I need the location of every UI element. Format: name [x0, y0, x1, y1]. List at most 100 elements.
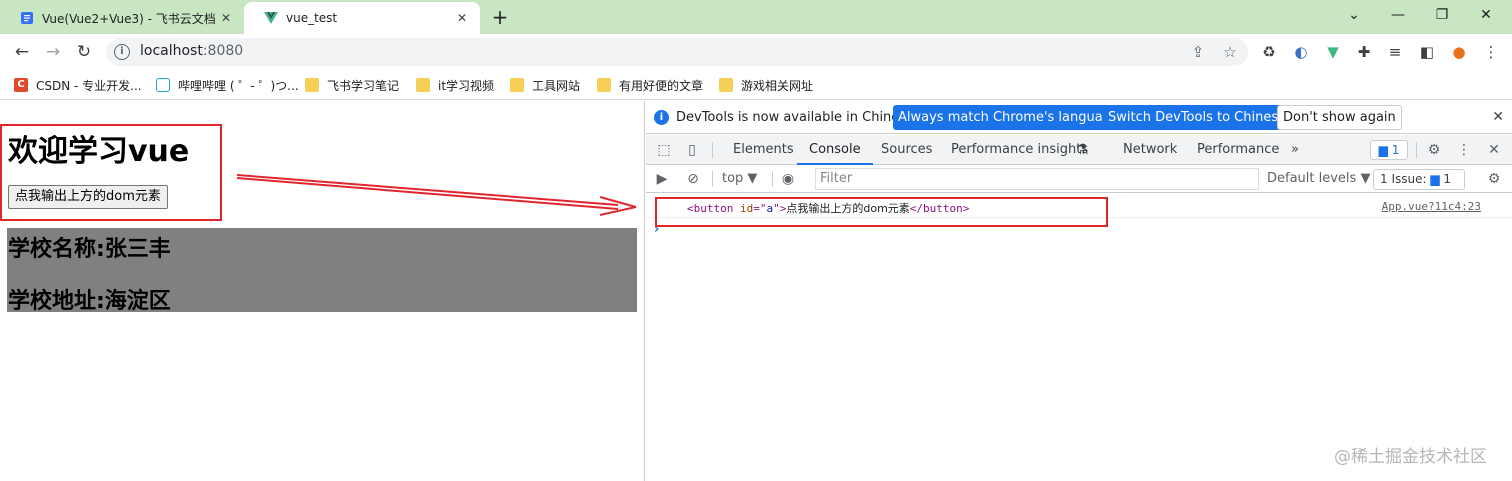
folder-icon: [416, 78, 430, 92]
live-expression-eye-icon[interactable]: ◉: [778, 169, 798, 189]
school-address: 学校地址:海淀区: [8, 289, 171, 314]
extensions-puzzle-icon[interactable]: ✚: [1353, 41, 1375, 63]
watermark: @稀土掘金技术社区: [1334, 447, 1487, 467]
extension-recycle-icon[interactable]: ♻: [1258, 41, 1280, 63]
console-toolbar: ▶ ⊘ top ▼ ◉ Filter Default levels ▼ 1 Is…: [646, 165, 1512, 193]
bookmark-label: 游戏相关网址: [741, 78, 814, 93]
bookmark-csdn[interactable]: C CSDN - 专业开发...: [14, 75, 142, 95]
tab-search-chevron-icon[interactable]: ⌄: [1332, 4, 1376, 26]
bookmark-label: it学习视频: [438, 78, 495, 93]
folder-icon: [510, 78, 524, 92]
bookmark-label: CSDN - 专业开发...: [36, 78, 142, 93]
page-viewport: 欢迎学习vue 点我输出上方的dom元素 学校名称:张三丰 学校地址:海淀区: [0, 101, 645, 481]
bookmark-label: 哔哩哔哩 ( ゜- ゜)つ...: [178, 78, 299, 93]
close-window-button[interactable]: ✕: [1464, 4, 1508, 26]
divider: [712, 171, 713, 187]
reload-button[interactable]: ↻: [72, 40, 96, 64]
close-tab-icon[interactable]: ✕: [454, 10, 470, 26]
site-info-icon[interactable]: i: [114, 44, 130, 60]
info-icon: i: [654, 110, 669, 125]
device-toolbar-icon[interactable]: ▯: [682, 140, 702, 160]
divider: [772, 171, 773, 187]
document-icon: [21, 12, 33, 24]
tab-title: vue_test: [286, 11, 338, 25]
annotation-box-console: [655, 197, 1108, 227]
dont-show-again-button[interactable]: Don't show again: [1277, 105, 1402, 130]
issues-button[interactable]: 1 Issue: ▆ 1: [1373, 169, 1465, 190]
extension-ring-icon[interactable]: ◐: [1290, 41, 1312, 63]
tab-strip: Vue(Vue2+Vue3) - 飞书云文档 ✕ vue_test ✕ + ⌄ …: [0, 0, 1512, 34]
school-name: 学校名称:张三丰: [8, 237, 171, 262]
forward-button[interactable]: →: [41, 40, 65, 64]
bookmarks-bar: C CSDN - 专业开发... 哔哩哔哩 ( ゜- ゜)つ... 飞书学习笔记…: [0, 70, 1512, 100]
close-tab-icon[interactable]: ✕: [218, 10, 234, 26]
tab-elements[interactable]: Elements: [733, 135, 794, 165]
annotation-box-page: [0, 124, 222, 221]
folder-icon: [305, 78, 319, 92]
issues-count: 1: [1443, 172, 1452, 186]
bookmark-label: 飞书学习笔记: [327, 78, 400, 93]
share-icon[interactable]: ⇪: [1188, 42, 1208, 62]
context-selector[interactable]: top ▼: [722, 169, 757, 189]
profile-avatar-icon[interactable]: ●: [1448, 41, 1470, 63]
bookmark-folder[interactable]: 工具网站: [510, 75, 580, 95]
always-match-language-button[interactable]: Always match Chrome's language: [893, 105, 1124, 130]
devtools-language-infobar: i DevTools is now available in Chinese! …: [646, 101, 1512, 134]
tab-title: Vue(Vue2+Vue3) - 飞书云文档: [42, 11, 216, 26]
bookmark-star-icon[interactable]: ☆: [1220, 42, 1240, 62]
tab-sources[interactable]: Sources: [881, 135, 932, 165]
switch-to-chinese-button[interactable]: Switch DevTools to Chinese: [1103, 105, 1292, 130]
log-levels-dropdown[interactable]: Default levels ▼: [1267, 169, 1370, 189]
bookmark-folder[interactable]: it学习视频: [416, 75, 494, 95]
show-sidebar-icon[interactable]: ▶: [652, 169, 672, 189]
inspect-element-icon[interactable]: ⬚: [654, 140, 674, 160]
devtools-tabbar: ⬚ ▯ Elements Console Sources Performance…: [646, 135, 1512, 165]
new-tab-button[interactable]: +: [488, 6, 512, 30]
settings-gear-icon[interactable]: ⚙: [1424, 140, 1444, 160]
tab-network[interactable]: Network: [1123, 135, 1177, 165]
media-playlist-icon[interactable]: ≡: [1384, 41, 1406, 63]
infobar-text: DevTools is now available in Chinese!: [676, 110, 920, 125]
bookmark-bilibili[interactable]: 哔哩哔哩 ( ゜- ゜)つ...: [156, 75, 299, 95]
devtools-panel: i DevTools is now available in Chinese! …: [646, 101, 1512, 481]
divider: [712, 142, 713, 158]
url-text[interactable]: localhost:8080: [140, 43, 243, 59]
bookmark-folder[interactable]: 游戏相关网址: [719, 75, 813, 95]
close-infobar-icon[interactable]: ✕: [1492, 109, 1504, 125]
tab-performance[interactable]: Performance: [1197, 135, 1279, 165]
tab-feishu[interactable]: Vue(Vue2+Vue3) - 飞书云文档 ✕: [0, 2, 244, 34]
tab-performance-insights[interactable]: Performance insights: [951, 135, 1088, 165]
more-options-icon[interactable]: ⋮: [1454, 140, 1474, 160]
console-settings-gear-icon[interactable]: ⚙: [1484, 169, 1504, 189]
bookmark-label: 有用好便的文章: [619, 78, 704, 93]
vue-logo-icon: [264, 12, 278, 24]
tab-vue-test[interactable]: vue_test ✕: [244, 2, 480, 34]
messages-badge[interactable]: ▆ 1: [1370, 140, 1408, 160]
school-component: 学校名称:张三丰 学校地址:海淀区: [7, 228, 637, 314]
source-link[interactable]: App.vue?11c4:23: [1382, 200, 1481, 213]
vue-devtools-icon[interactable]: ▼: [1322, 41, 1344, 63]
message-icon: ▆: [1378, 143, 1388, 157]
back-button[interactable]: ←: [10, 40, 34, 64]
message-count: 1: [1391, 143, 1400, 157]
tab-console[interactable]: Console: [797, 135, 873, 165]
bookmark-folder[interactable]: 飞书学习笔记: [305, 75, 399, 95]
bilibili-icon: [156, 78, 170, 92]
close-devtools-icon[interactable]: ✕: [1484, 140, 1504, 160]
flask-icon: ⚗: [1075, 142, 1089, 158]
console-filter-input[interactable]: Filter: [815, 168, 1259, 190]
more-tabs-chevron-icon[interactable]: »: [1291, 135, 1299, 165]
folder-icon: [719, 78, 733, 92]
divider: [1416, 142, 1417, 158]
restore-button[interactable]: ❐: [1420, 4, 1464, 26]
minimize-button[interactable]: —: [1376, 4, 1420, 26]
issues-label: 1 Issue:: [1380, 172, 1427, 186]
bookmark-folder[interactable]: 有用好便的文章: [597, 75, 703, 95]
menu-kebab-icon[interactable]: ⋮: [1480, 41, 1502, 63]
bookmark-label: 工具网站: [532, 78, 581, 93]
folder-icon: [597, 78, 611, 92]
address-bar[interactable]: i localhost:8080 ⇪ ☆: [106, 38, 1248, 66]
issue-icon: ▆: [1430, 172, 1440, 186]
side-panel-icon[interactable]: ◧: [1416, 41, 1438, 63]
clear-console-icon[interactable]: ⊘: [683, 169, 703, 189]
